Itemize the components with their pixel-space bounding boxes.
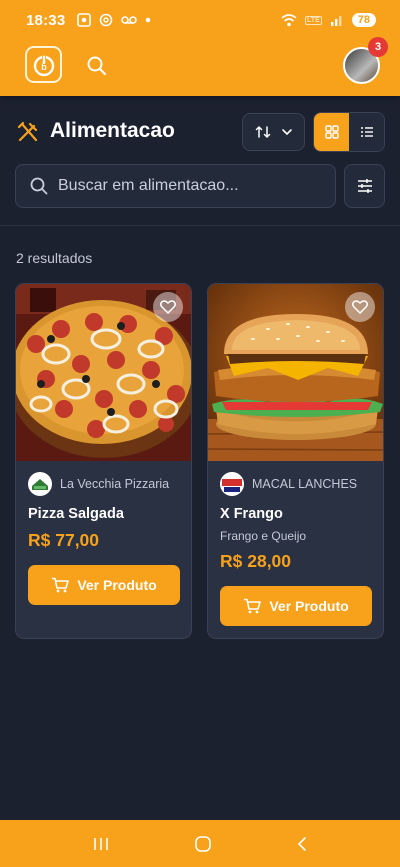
status-notification-icons — [77, 13, 151, 27]
system-nav-bar — [0, 820, 400, 867]
green-house-logo-icon — [32, 479, 48, 490]
view-product-button[interactable]: Ver Produto — [220, 586, 372, 626]
notification-badge: 3 — [368, 37, 388, 57]
home-icon[interactable] — [194, 835, 212, 853]
view-toggle — [313, 112, 385, 152]
favorite-button[interactable] — [345, 292, 375, 322]
heart-icon — [160, 300, 176, 314]
status-system-icons: LTE 78 — [281, 13, 376, 27]
chevron-down-icon — [281, 129, 292, 136]
product-price: R$ 28,00 — [220, 551, 292, 571]
sort-arrows-icon — [255, 125, 270, 139]
product-price: R$ 77,00 — [28, 530, 100, 550]
app-logo-icon: b — [33, 55, 54, 76]
status-bar: 18:33 LTE 78 — [0, 0, 400, 40]
product-name: Pizza Salgada — [28, 506, 124, 522]
macal-logo-icon — [220, 472, 244, 496]
product-description: Frango e Queijo — [220, 529, 307, 543]
product-card[interactable]: La Vecchia Pizzaria Pizza Salgada R$ 77,… — [15, 283, 192, 639]
search-input[interactable] — [58, 177, 308, 195]
product-card[interactable]: MACAL LANCHES X Frango Frango e Queijo R… — [207, 283, 384, 639]
threads-icon — [100, 13, 113, 27]
screenshot-icon — [77, 13, 92, 27]
search-icon — [30, 177, 48, 195]
view-product-button[interactable]: Ver Produto — [28, 565, 180, 605]
battery-indicator: 78 — [351, 13, 376, 27]
store-name: MACAL LANCHES — [252, 477, 358, 491]
product-image-burger[interactable] — [208, 284, 383, 461]
cart-icon — [244, 598, 262, 614]
page-title: Alimentacao — [50, 119, 175, 142]
store-logo — [28, 472, 52, 496]
favorite-button[interactable] — [153, 292, 183, 322]
search-field — [15, 164, 336, 208]
view-product-label: Ver Produto — [269, 598, 349, 614]
filter-button[interactable] — [344, 164, 385, 208]
store-name: La Vecchia Pizzaria — [60, 477, 170, 491]
network-label: LTE — [305, 15, 322, 25]
status-time: 18:33 — [26, 11, 66, 29]
app-header: 18:33 LTE 78 b 3 — [0, 0, 400, 96]
back-icon[interactable] — [296, 836, 308, 852]
grid-icon — [324, 125, 339, 139]
recent-apps-icon[interactable] — [92, 836, 110, 852]
dot-icon — [146, 17, 151, 23]
store-logo — [220, 472, 244, 496]
sliders-icon — [357, 179, 372, 193]
store-row: MACAL LANCHES — [220, 472, 383, 496]
utensils-icon — [17, 121, 38, 142]
divider — [0, 225, 400, 226]
app-logo-button[interactable]: b — [25, 46, 62, 83]
svg-text:b: b — [41, 62, 47, 72]
view-product-label: Ver Produto — [77, 577, 157, 593]
list-icon — [360, 127, 373, 137]
results-count: 2 resultados — [16, 250, 93, 266]
cart-icon — [52, 577, 70, 593]
battery-level: 78 — [357, 14, 370, 26]
voicemail-icon — [121, 16, 138, 24]
grid-view-button[interactable] — [314, 113, 349, 151]
sort-button[interactable] — [242, 113, 305, 151]
heart-icon — [352, 300, 368, 314]
wifi-icon — [281, 13, 297, 26]
signal-icon — [330, 16, 342, 26]
product-name: X Frango — [220, 506, 283, 522]
store-row: La Vecchia Pizzaria — [28, 472, 191, 496]
list-view-button[interactable] — [349, 113, 384, 151]
header-search-icon[interactable] — [86, 55, 108, 77]
product-image-pizza[interactable] — [16, 284, 191, 461]
